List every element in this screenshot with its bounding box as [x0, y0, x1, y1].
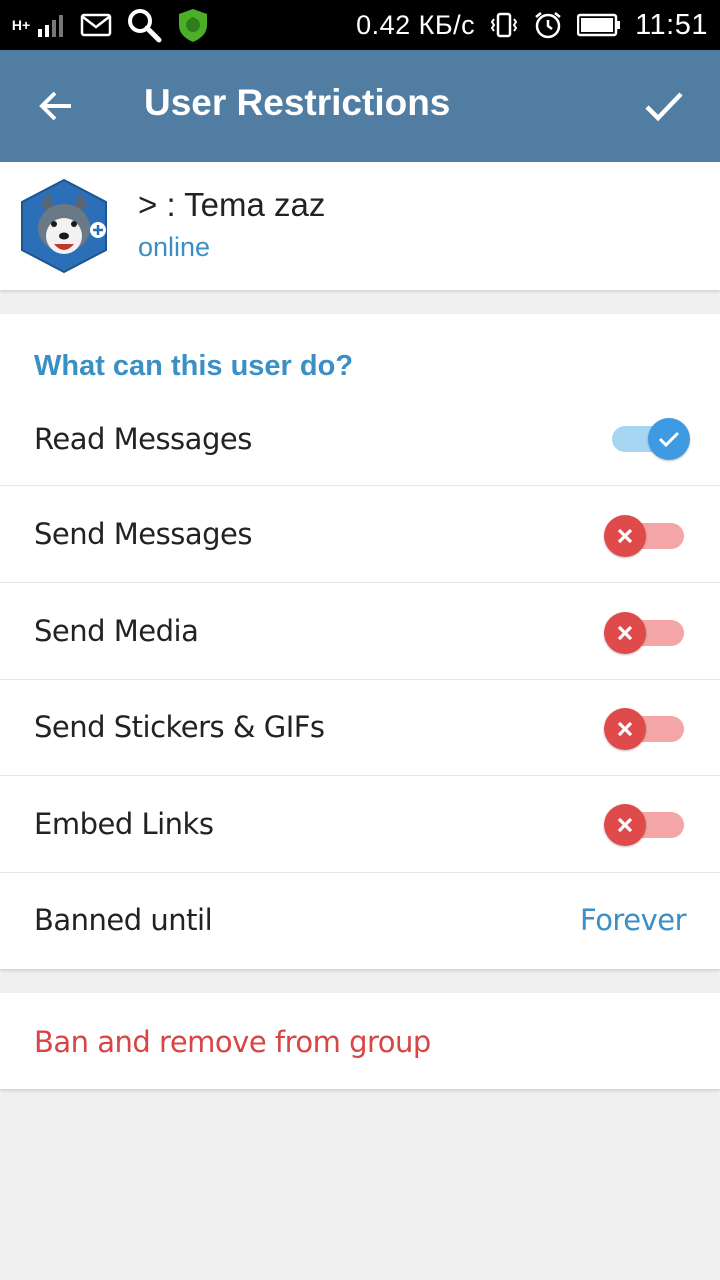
arrow-left-icon — [39, 91, 71, 121]
mail-icon — [80, 13, 112, 37]
status-time: 11:51 — [635, 8, 708, 41]
page-title: User Restrictions — [144, 82, 451, 123]
ban-and-remove-label: Ban and remove from group — [34, 1025, 431, 1059]
network-type-label: H+ — [11, 16, 31, 33]
read-messages-switch[interactable] — [604, 418, 690, 460]
switch-thumb — [604, 708, 646, 750]
send-stickers-switch[interactable] — [604, 708, 688, 750]
permission-label: Send Messages — [34, 517, 252, 551]
permission-label: Send Media — [34, 614, 199, 648]
banned-until-label: Banned until — [34, 903, 213, 937]
user-profile-header: > : Tema zaz online — [0, 162, 720, 290]
send-messages-switch[interactable] — [604, 515, 688, 557]
switch-thumb — [604, 804, 646, 846]
close-icon — [617, 721, 633, 737]
status-bar-right: 0.42 КБ/с 11:51 — [356, 9, 708, 42]
close-icon — [617, 625, 633, 641]
switch-thumb — [648, 418, 690, 460]
ban-and-remove-button[interactable]: Ban and remove from group — [0, 993, 720, 1089]
user-status: online — [138, 232, 211, 262]
status-bar-left: H+ — [10, 7, 210, 43]
switch-thumb — [604, 612, 646, 654]
network-speed: 0.42 КБ/с — [356, 9, 476, 40]
permission-row-read-messages[interactable]: Read Messages — [0, 390, 720, 486]
permissions-section: What can this user do? Read Messages Sen… — [0, 314, 720, 969]
back-button[interactable] — [28, 78, 84, 134]
permission-row-send-messages[interactable]: Send Messages — [0, 487, 720, 583]
check-icon — [645, 92, 683, 122]
network-indicator: H+ — [10, 13, 66, 37]
search-icon — [128, 9, 162, 43]
permission-row-send-media[interactable]: Send Media — [0, 584, 720, 680]
done-button[interactable] — [636, 78, 692, 134]
close-icon — [617, 817, 633, 833]
status-bar: H+ 0.42 КБ/с 11:51 — [0, 0, 720, 50]
app-bar: User Restrictions — [0, 50, 720, 162]
switch-thumb — [604, 515, 646, 557]
permission-row-embed-links[interactable]: Embed Links — [0, 777, 720, 873]
close-icon — [617, 528, 633, 544]
permission-row-send-stickers[interactable]: Send Stickers & GIFs — [0, 680, 720, 776]
check-icon — [658, 431, 680, 448]
permission-label: Embed Links — [34, 807, 214, 841]
antivirus-icon — [179, 9, 207, 42]
vibrate-icon — [490, 12, 518, 38]
battery-icon — [577, 13, 621, 37]
embed-links-switch[interactable] — [604, 804, 688, 846]
permissions-header: What can this user do? — [34, 350, 354, 382]
permission-label: Read Messages — [34, 422, 252, 456]
send-media-switch[interactable] — [604, 612, 688, 654]
alarm-icon — [535, 12, 561, 39]
banned-until-row[interactable]: Banned until Forever — [0, 873, 720, 969]
permission-label: Send Stickers & GIFs — [34, 710, 325, 744]
user-name: > : Tema zaz — [138, 186, 326, 223]
signal-icon — [38, 15, 63, 37]
avatar[interactable] — [18, 178, 110, 274]
banned-until-value: Forever — [580, 903, 686, 937]
